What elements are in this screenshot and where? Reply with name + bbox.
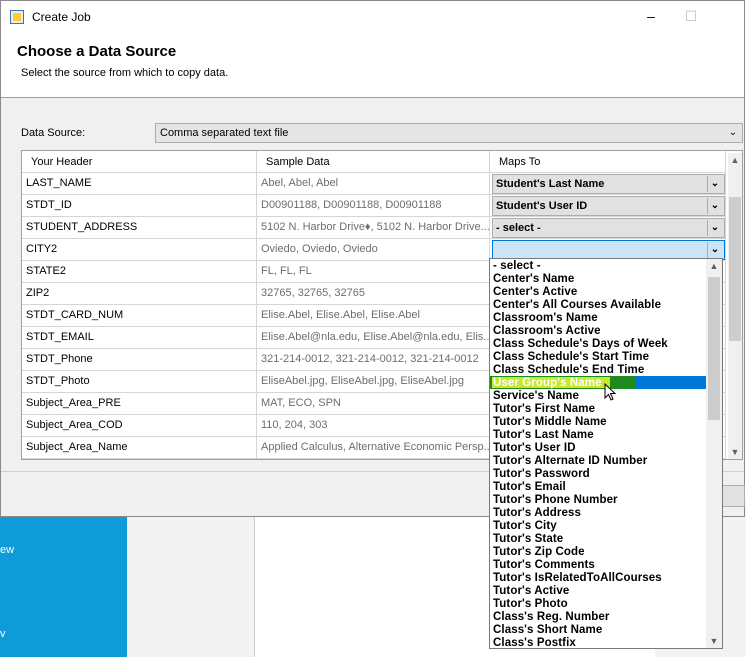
chevron-down-icon: ⌄ xyxy=(707,220,722,236)
dropdown-option[interactable]: User Group's Name xyxy=(493,377,602,390)
dropdown-option[interactable]: Tutor's City xyxy=(493,520,557,533)
maximize-icon[interactable]: ☐ xyxy=(681,7,701,25)
dropdown-option[interactable]: Tutor's Photo xyxy=(493,598,568,611)
cell-your-header[interactable]: Subject_Area_PRE xyxy=(22,393,257,415)
dropdown-option[interactable]: - select - xyxy=(493,260,541,273)
background-app-panel: ew v xyxy=(0,500,127,657)
maps-to-select[interactable]: - select - ⌄ xyxy=(492,218,725,238)
cell-sample-data: Elise.Abel, Elise.Abel, Elise.Abel xyxy=(257,305,490,327)
maps-to-value: Student's User ID xyxy=(496,200,588,212)
chevron-down-icon: ⌄ xyxy=(707,176,722,192)
dropdown-option[interactable]: Tutor's IsRelatedToAllCourses xyxy=(493,572,662,585)
dropdown-option[interactable]: Class Schedule's Days of Week xyxy=(493,338,668,351)
dropdown-option[interactable]: Tutor's Middle Name xyxy=(493,416,607,429)
chevron-down-icon: ⌄ xyxy=(707,242,722,258)
cell-your-header[interactable]: STDT_CARD_NUM xyxy=(22,305,257,327)
dropdown-option[interactable]: Tutor's Last Name xyxy=(493,429,594,442)
maps-to-select[interactable]: Student's Last Name ⌄ xyxy=(492,174,725,194)
cell-your-header[interactable]: LAST_NAME xyxy=(22,173,257,195)
cell-your-header[interactable]: STDT_EMAIL xyxy=(22,327,257,349)
maps-to-select[interactable]: Student's User ID ⌄ xyxy=(492,196,725,216)
scroll-down-icon[interactable]: ▼ xyxy=(706,634,722,648)
cell-sample-data: 32765, 32765, 32765 xyxy=(257,283,490,305)
mouse-pointer-icon xyxy=(604,383,617,401)
title-bar[interactable]: Create Job – ☐ xyxy=(1,1,744,33)
cell-your-header[interactable]: Subject_Area_Name xyxy=(22,437,257,459)
dropdown-option[interactable]: Tutor's Zip Code xyxy=(493,546,585,559)
data-source-select[interactable]: Comma separated text file ⌄ xyxy=(155,123,743,143)
cell-sample-data: Applied Calculus, Alternative Economic P… xyxy=(257,437,490,459)
dropdown-scroll-thumb[interactable] xyxy=(708,277,720,420)
cell-your-header[interactable]: CITY2 xyxy=(22,239,257,261)
background-text-1: ew xyxy=(0,544,15,556)
column-header-sample-data[interactable]: Sample Data xyxy=(257,151,490,173)
chevron-down-icon: ⌄ xyxy=(728,127,738,138)
cell-sample-data: MAT, ECO, SPN xyxy=(257,393,490,415)
data-source-value: Comma separated text file xyxy=(160,127,289,139)
grid-scrollbar[interactable]: ▲ ▼ xyxy=(728,153,742,459)
chevron-down-icon: ⌄ xyxy=(707,198,722,214)
cell-sample-data: 321-214-0012, 321-214-0012, 321-214-0012 xyxy=(257,349,490,371)
cell-sample-data: Elise.Abel@nla.edu, Elise.Abel@nla.edu, … xyxy=(257,327,490,349)
page-title: Choose a Data Source xyxy=(17,43,177,60)
dropdown-option[interactable]: Center's Name xyxy=(493,273,574,286)
dropdown-option[interactable]: Center's All Courses Available xyxy=(493,299,661,312)
background-text-2: v xyxy=(0,628,6,640)
dropdown-scrollbar[interactable]: ▲ ▼ xyxy=(706,259,722,648)
cell-your-header[interactable]: STUDENT_ADDRESS xyxy=(22,217,257,239)
dropdown-option[interactable]: Class's Short Name xyxy=(493,624,602,637)
page-subtitle: Select the source from which to copy dat… xyxy=(21,67,229,79)
window-title: Create Job xyxy=(32,10,91,24)
scroll-up-icon[interactable]: ▲ xyxy=(728,153,742,167)
dropdown-option[interactable]: Tutor's First Name xyxy=(493,403,595,416)
cell-sample-data: D00901188, D00901188, D00901188 xyxy=(257,195,490,217)
cell-sample-data: FL, FL, FL xyxy=(257,261,490,283)
scroll-down-icon[interactable]: ▼ xyxy=(728,445,742,459)
dropdown-option[interactable]: Tutor's State xyxy=(493,533,563,546)
dropdown-option[interactable]: Center's Active xyxy=(493,286,577,299)
cell-your-header[interactable]: STDT_ID xyxy=(22,195,257,217)
dropdown-option[interactable]: Class Schedule's End Time xyxy=(493,364,644,377)
cell-your-header[interactable]: STDT_Phone xyxy=(22,349,257,371)
minimize-icon[interactable]: – xyxy=(641,7,661,25)
wizard-header: Choose a Data Source Select the source f… xyxy=(1,33,744,98)
cell-your-header[interactable]: ZIP2 xyxy=(22,283,257,305)
dropdown-option[interactable]: Tutor's Address xyxy=(493,507,581,520)
dropdown-option[interactable]: Class Schedule's Start Time xyxy=(493,351,649,364)
dropdown-option[interactable]: Tutor's Comments xyxy=(493,559,595,572)
app-icon xyxy=(10,10,24,24)
maps-to-dropdown-list[interactable]: - select - Center's Name Center's Active Ce… xyxy=(489,258,723,649)
data-source-label: Data Source: xyxy=(21,127,86,139)
cell-your-header[interactable]: Subject_Area_COD xyxy=(22,415,257,437)
dropdown-option[interactable]: Tutor's Active xyxy=(493,585,569,598)
dropdown-option[interactable]: Classroom's Active xyxy=(493,325,601,338)
dropdown-option[interactable]: Tutor's User ID xyxy=(493,442,576,455)
scroll-up-icon[interactable]: ▲ xyxy=(706,259,722,273)
cell-your-header[interactable]: STATE2 xyxy=(22,261,257,283)
dropdown-option[interactable]: Tutor's Email xyxy=(493,481,566,494)
dropdown-option[interactable]: Service's Name xyxy=(493,390,579,403)
cell-sample-data: EliseAbel.jpg, EliseAbel.jpg, EliseAbel.… xyxy=(257,371,490,393)
dropdown-option[interactable]: Tutor's Alternate ID Number xyxy=(493,455,647,468)
dropdown-option[interactable]: Class's Reg. Number xyxy=(493,611,609,624)
cell-sample-data: 110, 204, 303 xyxy=(257,415,490,437)
cell-sample-data: Abel, Abel, Abel xyxy=(257,173,490,195)
dropdown-option[interactable]: Tutor's Phone Number xyxy=(493,494,618,507)
dropdown-option[interactable]: Tutor's Password xyxy=(493,468,590,481)
cell-sample-data: Oviedo, Oviedo, Oviedo xyxy=(257,239,490,261)
cell-sample-data: 5102 N. Harbor Drive♦, 5102 N. Harbor Dr… xyxy=(257,217,490,239)
grid-scroll-thumb[interactable] xyxy=(729,197,741,341)
column-header-your-header[interactable]: Your Header xyxy=(22,151,257,173)
dropdown-option[interactable]: Classroom's Name xyxy=(493,312,598,325)
maps-to-select[interactable]: ⌄ xyxy=(492,240,725,260)
dropdown-option[interactable]: Class's Postfix xyxy=(493,637,576,648)
cell-your-header[interactable]: STDT_Photo xyxy=(22,371,257,393)
maps-to-value: Student's Last Name xyxy=(496,178,605,190)
column-header-maps-to[interactable]: Maps To xyxy=(490,151,726,173)
maps-to-value: - select - xyxy=(496,222,541,234)
